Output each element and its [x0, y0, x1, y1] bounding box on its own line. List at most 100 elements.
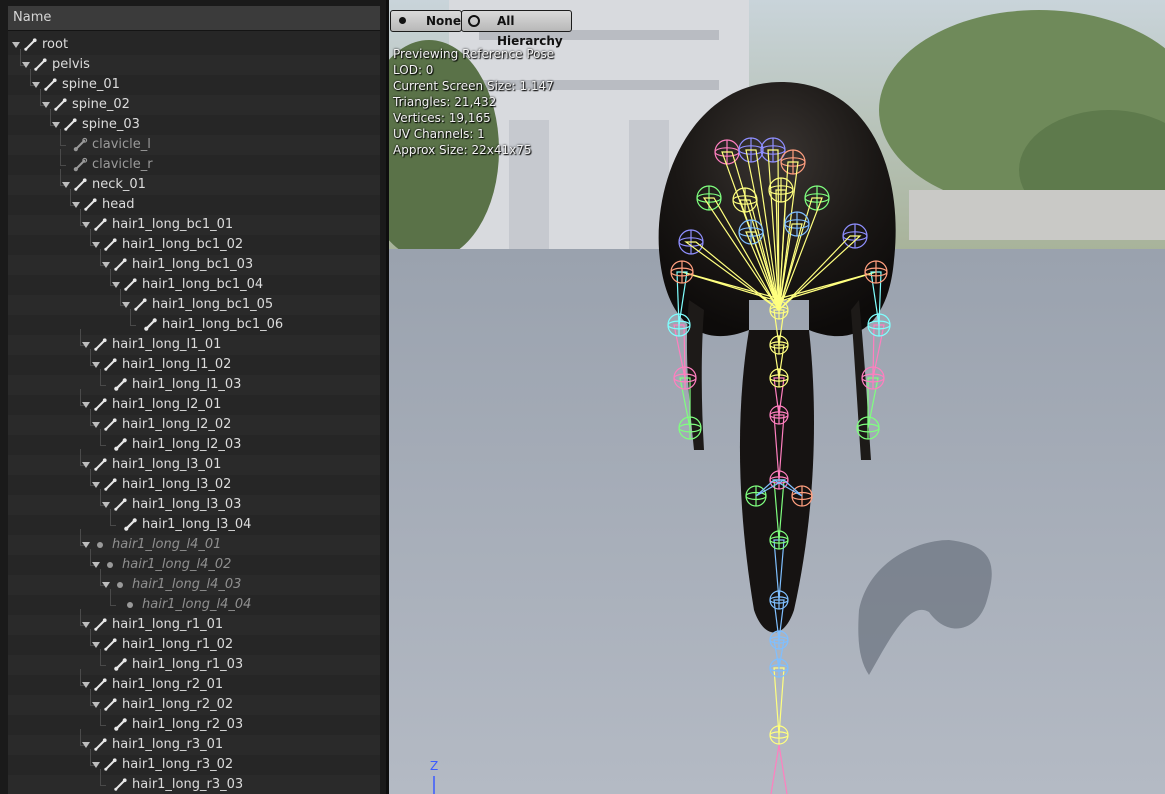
expand-arrow-icon[interactable] — [82, 462, 90, 468]
expand-arrow-icon[interactable] — [82, 682, 90, 688]
tree-row-hair1-long-r1-02[interactable]: hair1_long_r1_02 — [8, 629, 380, 655]
tree-row-hair1-long-l2-03[interactable]: hair1_long_l2_03 — [8, 429, 380, 455]
expand-arrow-icon[interactable] — [62, 182, 70, 188]
tree-row-pelvis[interactable]: pelvis — [8, 49, 380, 75]
expand-arrow-icon[interactable] — [92, 762, 100, 768]
bone-name: hair1_long_r1_01 — [112, 617, 224, 632]
tree-row-hair1-long-r3-01[interactable]: hair1_long_r3_01 — [8, 729, 380, 755]
bone-name: hair1_long_l2_02 — [122, 417, 232, 432]
tree-row-hair1-long-l4-02[interactable]: hair1_long_l4_02 — [8, 549, 380, 575]
tree-row-spine-03[interactable]: spine_03 — [8, 109, 380, 135]
tree-row-hair1-long-r3-02[interactable]: hair1_long_r3_02 — [8, 749, 380, 775]
expand-arrow-icon[interactable] — [92, 482, 100, 488]
tree-guide-line — [100, 385, 106, 386]
all-hierarchy-button[interactable]: All Hierarchy — [461, 10, 572, 48]
expand-arrow-icon[interactable] — [92, 422, 100, 428]
bone-name: hair1_long_bc1_03 — [132, 257, 254, 272]
expand-arrow-icon[interactable] — [102, 582, 110, 588]
bone-name: hair1_long_r3_02 — [122, 757, 234, 772]
tree-row-neck-01[interactable]: neck_01 — [8, 169, 380, 195]
ring-icon — [468, 15, 480, 27]
tree-row-hair1-long-l1-02[interactable]: hair1_long_l1_02 — [8, 349, 380, 375]
tree-row-hair1-long-l1-01[interactable]: hair1_long_l1_01 — [8, 329, 380, 355]
tree-row-hair1-long-l3-02[interactable]: hair1_long_l3_02 — [8, 469, 380, 495]
tree-row-clavicle-l[interactable]: clavicle_l — [8, 129, 380, 155]
tree-row-hair1-long-r1-03[interactable]: hair1_long_r1_03 — [8, 649, 380, 675]
tree-row-hair1-long-l4-04[interactable]: hair1_long_l4_04 — [8, 589, 380, 615]
tree-row-hair1-long-bc1-03[interactable]: hair1_long_bc1_03 — [8, 249, 380, 275]
bone-name: hair1_long_l3_01 — [112, 457, 222, 472]
tree-row-hair1-long-bc1-01[interactable]: hair1_long_bc1_01 — [8, 209, 380, 235]
expand-arrow-icon[interactable] — [92, 562, 100, 568]
tree-row-hair1-long-l2-01[interactable]: hair1_long_l2_01 — [8, 389, 380, 415]
bone-outline-icon — [73, 137, 88, 152]
tree-row-hair1-long-l3-01[interactable]: hair1_long_l3_01 — [8, 449, 380, 475]
expand-arrow-icon[interactable] — [102, 502, 110, 508]
tree-guide-line — [40, 89, 41, 105]
bone-name: hair1_long_l3_02 — [122, 477, 232, 492]
expand-arrow-icon[interactable] — [82, 222, 90, 228]
bone-icon — [33, 57, 48, 72]
tree-row-hair1-long-r2-03[interactable]: hair1_long_r2_03 — [8, 709, 380, 735]
tree-guide-line — [100, 445, 106, 446]
tree-row-hair1-long-r2-02[interactable]: hair1_long_r2_02 — [8, 689, 380, 715]
tree-guide-line — [90, 349, 91, 365]
column-header-name[interactable]: Name — [8, 6, 380, 31]
bone-end-icon — [113, 657, 128, 672]
tree-row-hair1-long-bc1-06[interactable]: hair1_long_bc1_06 — [8, 309, 380, 335]
tree-guide-line — [80, 329, 81, 345]
tree-row-hair1-long-l3-03[interactable]: hair1_long_l3_03 — [8, 489, 380, 515]
tree-guide-line — [80, 449, 81, 465]
expand-arrow-icon[interactable] — [122, 302, 130, 308]
none-button[interactable]: None — [390, 10, 462, 32]
tree-guide-line — [100, 709, 101, 725]
expand-arrow-icon[interactable] — [82, 542, 90, 548]
all-hierarchy-button-label: All Hierarchy — [497, 14, 563, 48]
stat-uv-channels: UV Channels: 1 — [393, 127, 485, 141]
tree-row-hair1-long-bc1-02[interactable]: hair1_long_bc1_02 — [8, 229, 380, 255]
bone-outline-icon — [73, 157, 88, 172]
expand-arrow-icon[interactable] — [92, 702, 100, 708]
expand-arrow-icon[interactable] — [72, 202, 80, 208]
tree-row-hair1-long-r1-01[interactable]: hair1_long_r1_01 — [8, 609, 380, 635]
tree-row-hair1-long-l2-02[interactable]: hair1_long_l2_02 — [8, 409, 380, 435]
bone-end-icon — [143, 317, 158, 332]
tree-row-spine-01[interactable]: spine_01 — [8, 69, 380, 95]
virtual-bone-dot-icon — [97, 542, 103, 548]
expand-arrow-icon[interactable] — [82, 622, 90, 628]
tree-row-hair1-long-l1-03[interactable]: hair1_long_l1_03 — [8, 369, 380, 395]
expand-arrow-icon[interactable] — [92, 362, 100, 368]
expand-arrow-icon[interactable] — [82, 742, 90, 748]
tree-guide-line — [100, 785, 106, 786]
bone-icon — [103, 237, 118, 252]
bone-name: neck_01 — [92, 177, 146, 192]
tree-row-hair1-long-l4-01[interactable]: hair1_long_l4_01 — [8, 529, 380, 555]
tree-guide-line — [100, 429, 101, 445]
expand-arrow-icon[interactable] — [112, 282, 120, 288]
expand-arrow-icon[interactable] — [82, 402, 90, 408]
bone-name: hair1_long_r3_03 — [132, 777, 244, 792]
expand-arrow-icon[interactable] — [12, 42, 20, 48]
tree-guide-line — [80, 209, 81, 225]
expand-arrow-icon[interactable] — [52, 122, 60, 128]
tree-row-hair1-long-l3-04[interactable]: hair1_long_l3_04 — [8, 509, 380, 535]
bone-name: clavicle_l — [92, 137, 151, 152]
expand-arrow-icon[interactable] — [42, 102, 50, 108]
tree-row-spine-02[interactable]: spine_02 — [8, 89, 380, 115]
tree-guide-line — [110, 605, 116, 606]
tree-row-hair1-long-r2-01[interactable]: hair1_long_r2_01 — [8, 669, 380, 695]
viewport[interactable]: None All Hierarchy Previewing Reference … — [389, 0, 1165, 794]
tree-row-root[interactable]: root — [8, 35, 380, 55]
expand-arrow-icon[interactable] — [22, 62, 30, 68]
tree-row-hair1-long-r3-03[interactable]: hair1_long_r3_03 — [8, 769, 380, 794]
expand-arrow-icon[interactable] — [92, 642, 100, 648]
expand-arrow-icon[interactable] — [32, 82, 40, 88]
tree-row-hair1-long-l4-03[interactable]: hair1_long_l4_03 — [8, 569, 380, 595]
tree-row-head[interactable]: head — [8, 189, 380, 215]
tree-row-hair1-long-bc1-05[interactable]: hair1_long_bc1_05 — [8, 289, 380, 315]
expand-arrow-icon[interactable] — [102, 262, 110, 268]
tree-row-clavicle-r[interactable]: clavicle_r — [8, 149, 380, 175]
expand-arrow-icon[interactable] — [82, 342, 90, 348]
tree-row-hair1-long-bc1-04[interactable]: hair1_long_bc1_04 — [8, 269, 380, 295]
expand-arrow-icon[interactable] — [92, 242, 100, 248]
